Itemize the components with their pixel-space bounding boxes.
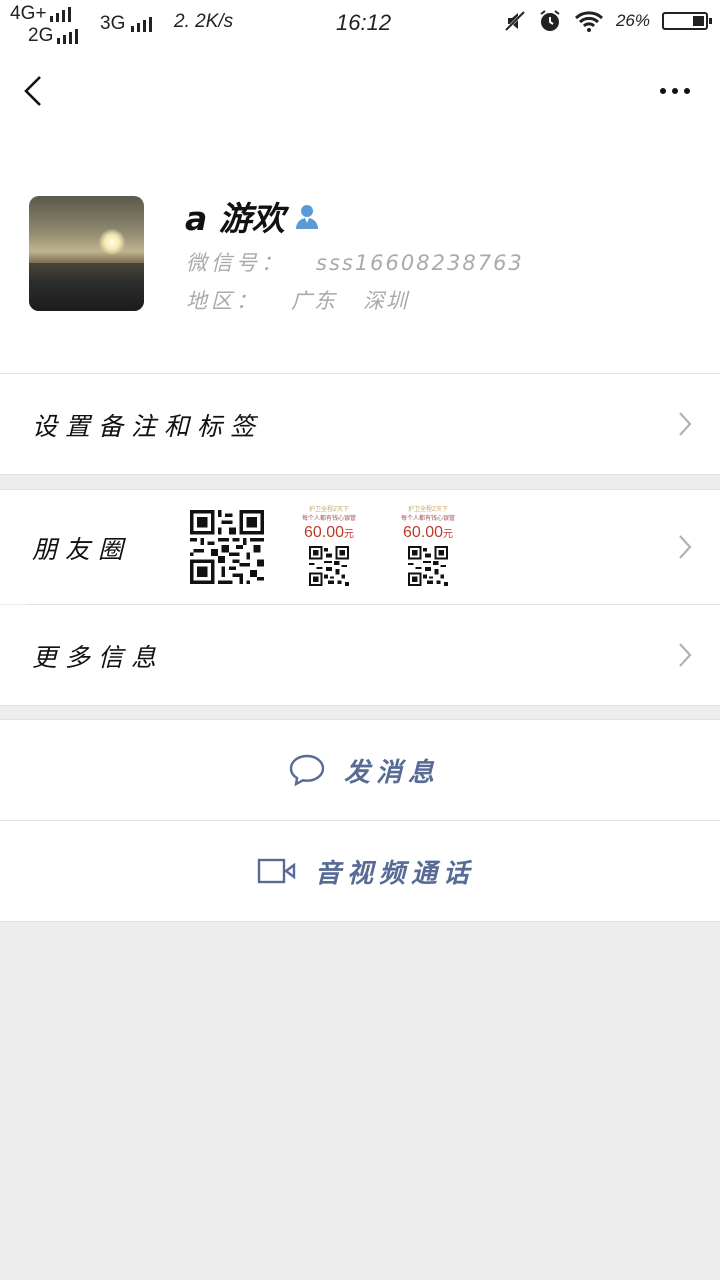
- video-camera-icon: [257, 858, 296, 884]
- mute-icon: [504, 10, 526, 32]
- divider: [0, 474, 720, 475]
- promo-price: 60.00: [303, 524, 345, 541]
- network-3g-label: 3G: [100, 13, 126, 34]
- more-info-label: 更多信息: [32, 643, 165, 672]
- set-remark-tags-cell[interactable]: 设置备注和标签: [0, 374, 720, 474]
- profile-header: a 游欢 微信号： sss16608238763 地区： 广东 深圳: [0, 134, 720, 374]
- region-label: 地区：: [186, 289, 261, 313]
- wechat-id-value: sss16608238763: [316, 251, 524, 275]
- region-row: 地区： 广东 深圳: [186, 285, 409, 315]
- signal-icon: [57, 28, 79, 44]
- contact-person-icon: [295, 205, 318, 229]
- more-info-cell[interactable]: 更多信息: [0, 605, 720, 705]
- chevron-right-icon: [679, 412, 692, 436]
- chevron-right-icon: [679, 535, 692, 559]
- moments-qr-thumbnail: [190, 510, 264, 584]
- wifi-icon: [574, 11, 603, 32]
- promo-price: 60.00: [402, 524, 444, 541]
- clock: 16:12: [336, 10, 392, 35]
- status-bar: 4G+ 2G 3G 2. 2K/s 16:12 26%: [0, 0, 720, 48]
- divider: [0, 705, 720, 706]
- promo-qr-code: [408, 546, 448, 586]
- nickname: a 游欢: [185, 199, 285, 238]
- back-icon[interactable]: [18, 74, 52, 108]
- video-call-button[interactable]: 音视频通话: [0, 821, 720, 921]
- wechat-id-row: 微信号： sss16608238763: [186, 247, 524, 277]
- more-options-icon[interactable]: [660, 88, 690, 94]
- top-bar: [0, 48, 720, 134]
- network-speed: 2. 2K/s: [174, 11, 234, 32]
- avatar[interactable]: [29, 196, 144, 311]
- region-value: 广东 深圳: [291, 289, 410, 313]
- moments-promo-thumbnail: 护卫全程Z灭下 每个人都有钱心银管 60.00元: [296, 502, 362, 592]
- network-4g-label: 4G+: [10, 3, 47, 24]
- chat-bubble-icon: [289, 754, 325, 787]
- alarm-icon: [540, 10, 560, 31]
- signal-icon: [50, 6, 72, 22]
- wechat-id-label: 微信号：: [186, 251, 286, 275]
- chevron-right-icon: [679, 643, 692, 667]
- battery-icon: [662, 12, 712, 30]
- set-remark-tags-label: 设置备注和标签: [32, 412, 264, 441]
- promo-qr-code: [309, 546, 349, 586]
- moments-label: 朋友圈: [32, 535, 132, 564]
- send-message-button[interactable]: 发消息: [0, 720, 720, 820]
- signal-icon: [131, 16, 153, 32]
- network-2g-label: 2G: [28, 25, 54, 46]
- moments-promo-thumbnail: 护卫全程Z灭下 每个人都有钱心银管 60.00元: [395, 502, 461, 592]
- battery-percent: 26%: [615, 11, 650, 30]
- video-call-label: 音视频通话: [315, 858, 476, 889]
- divider: [0, 921, 720, 922]
- moments-cell[interactable]: 朋友圈 护卫全程Z灭下 每个人都有钱心银管 60.00元 护卫全程Z灭下 每个人…: [0, 490, 720, 604]
- send-message-label: 发消息: [344, 757, 441, 788]
